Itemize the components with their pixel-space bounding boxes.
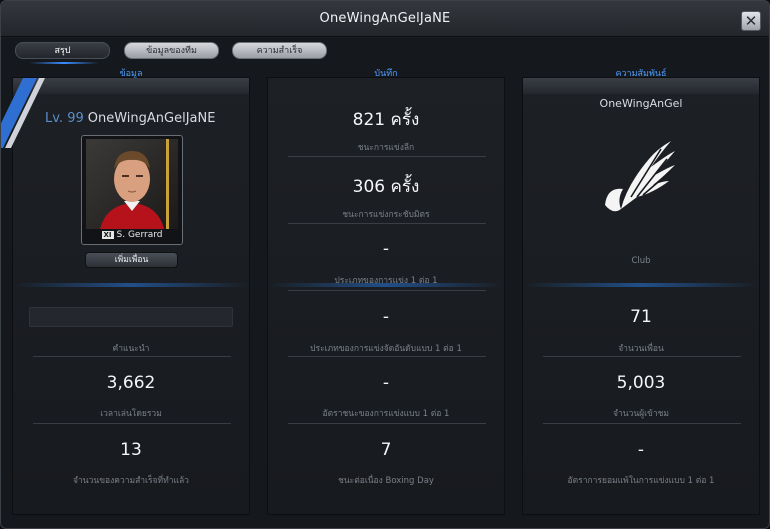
record-panel-heading: บันทึก <box>374 69 398 79</box>
player-card[interactable]: XI S. Gerrard <box>81 135 183 245</box>
friends-count-value: 71 <box>630 307 652 327</box>
visitors-count-label: จำนวนผู้เข้าชม <box>613 409 669 419</box>
player-card-name: S. Gerrard <box>116 230 163 240</box>
ranked-one-v-one-value: - <box>382 307 390 327</box>
forfeit-rate-value: - <box>637 440 645 460</box>
achievements-count-value: 13 <box>120 440 142 460</box>
divider <box>543 423 741 424</box>
club-name: OneWingAnGel <box>599 97 683 110</box>
league-wins-label: ชนะการแข่งลีก <box>357 143 415 153</box>
info-panel: ข้อมูล Lv. 99 OneWingAnGelJaNE XI S. Ger… <box>1 69 250 515</box>
xi-badge: XI <box>101 231 114 239</box>
league-wins-value: 821 ครั้ง <box>352 110 420 130</box>
ranked-one-v-one-label: ประเภทของการแข่งจัดอันดับแบบ 1 ต่อ 1 <box>310 344 462 354</box>
divider <box>33 423 231 424</box>
tab-achievements[interactable]: ความสำเร็จ <box>232 42 327 59</box>
relation-panel-cap <box>523 78 759 94</box>
add-friend-button[interactable]: เพิ่มเพื่อน <box>85 252 178 268</box>
window-title: OneWingAnGelJaNE <box>319 11 451 26</box>
club-caption: Club <box>631 256 651 266</box>
section-glow <box>13 283 249 287</box>
recommendation-field <box>29 307 233 327</box>
one-v-one-type-value: - <box>382 239 390 259</box>
divider <box>288 356 486 357</box>
player-portrait <box>86 139 178 229</box>
one-v-one-winrate-label: อัตราชนะของการแข่งแบบ 1 ต่อ 1 <box>322 409 450 419</box>
tab-bar: สรุป ข้อมูลของทีม ความสำเร็จ <box>1 42 769 64</box>
divider <box>543 356 741 357</box>
tab-team-info[interactable]: ข้อมูลของทีม <box>124 42 219 59</box>
total-playtime-label: เวลาเล่นโดยรวม <box>100 409 162 419</box>
divider <box>288 290 486 291</box>
friendly-wins-label: ชนะการแข่งกระชับมิตร <box>342 210 430 220</box>
record-panel: บันทึก 821 ครั้ง ชนะการแข่งลีก 306 ครั้ง… <box>267 69 505 515</box>
wing-emblem-icon[interactable] <box>601 135 681 225</box>
divider <box>288 223 486 224</box>
player-card-footer: XI S. Gerrard <box>82 230 182 240</box>
divider <box>288 156 486 157</box>
player-level: Lv. 99 <box>45 111 84 126</box>
total-playtime-value: 3,662 <box>106 373 156 393</box>
close-button[interactable]: ✕ <box>741 11 761 31</box>
boxing-day-streak-value: 7 <box>380 440 392 460</box>
achievements-count-label: จำนวนของความสำเร็จที่ทำแล้ว <box>73 476 189 486</box>
divider <box>288 423 486 424</box>
friends-count-label: จำนวนเพื่อน <box>618 344 664 354</box>
player-level-line: Lv. 99 OneWingAnGelJaNE <box>45 111 215 126</box>
visitors-count-value: 5,003 <box>616 373 666 393</box>
section-glow <box>268 283 504 287</box>
active-tab-indicator <box>29 62 99 64</box>
divider <box>33 356 231 357</box>
tab-summary[interactable]: สรุป <box>15 42 110 59</box>
profile-window: OneWingAnGelJaNE ✕ สรุป ข้อมูลของทีม ควา… <box>0 0 770 529</box>
forfeit-rate-label: อัตราการยอมแพ้ในการแข่งแบบ 1 ต่อ 1 <box>567 476 715 486</box>
relation-panel: ความสัมพันธ์ OneWingAnGel Club 71 จำนวนเ… <box>522 69 760 515</box>
friendly-wins-value: 306 ครั้ง <box>352 177 420 197</box>
boxing-day-streak-label: ชนะต่อเนื่อง Boxing Day <box>338 476 434 486</box>
recommendation-label: คำแนะนำ <box>112 344 150 354</box>
one-v-one-winrate-value: - <box>382 373 390 393</box>
section-glow <box>523 283 759 287</box>
title-bar: OneWingAnGelJaNE ✕ <box>1 1 769 37</box>
player-name: OneWingAnGelJaNE <box>87 111 216 126</box>
